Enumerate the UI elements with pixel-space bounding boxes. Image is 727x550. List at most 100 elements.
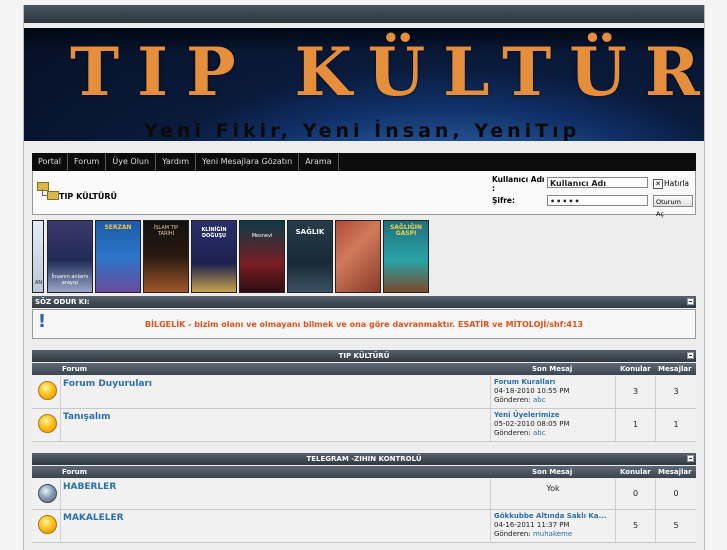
topic-count: 0 [632, 489, 639, 498]
book-cover[interactable]: İSLAM TIP TARİHİ [143, 220, 189, 293]
book-cover[interactable] [335, 220, 381, 293]
column-header: Forum Son Mesaj Konular Mesajlar [32, 466, 696, 478]
col-posts: Mesajlar [658, 468, 692, 476]
username-label: Kullanıcı Adı [492, 175, 545, 184]
folder-open-icon [47, 191, 59, 200]
posts-cell: 5 [655, 510, 696, 542]
section-header: TIP KÜLTÜRÜ [32, 350, 696, 362]
nav-register[interactable]: Üye Olun [106, 153, 157, 171]
sender-label: Gönderen: [494, 396, 531, 404]
collapse-icon[interactable] [687, 298, 694, 305]
column-header: Forum Son Mesaj Konular Mesajlar [32, 363, 696, 375]
post-count: 1 [673, 420, 679, 429]
username-colon: : [492, 184, 495, 193]
col-topics: Konular [620, 365, 651, 373]
col-topics: Konular [620, 468, 651, 476]
quote-text: BİLGELİK - bizim olanı ve olmayanı bilme… [144, 320, 584, 329]
last-post: Forum Kuralları 04-18-2010 10:55 PM Gönd… [494, 378, 570, 405]
last-post-date: 04-16-2011 11:37 PM [494, 521, 570, 529]
last-post-cell: Gökkubbe Altında Saklı Ka... 04-16-2011 … [490, 510, 615, 542]
topic-count: 1 [632, 420, 639, 429]
col-last-post: Son Mesaj [532, 365, 573, 373]
nav-search[interactable]: Arama [299, 153, 339, 171]
last-post-title[interactable]: Yeni Üyelerimize [494, 411, 570, 420]
book-cover[interactable]: SERZAN [95, 220, 141, 293]
book-cover[interactable]: İnsanın anlamı arayışı [47, 220, 93, 293]
last-post-title[interactable]: Forum Kuralları [494, 378, 570, 387]
topics-cell: 5 [615, 510, 655, 542]
forum-status-icon [38, 414, 57, 433]
topic-count: 5 [632, 521, 639, 530]
forum-row: HABERLER Yok 0 0 [32, 479, 696, 510]
forum-status-icon [38, 484, 57, 503]
site-banner[interactable]: TIP KÜLTÜRÜ Yeni Fikir, Yeni İnsan, Yeni… [24, 28, 704, 141]
last-post-cell: Yeni Üyelerimize 05-02-2010 08:05 PM Gön… [490, 409, 615, 441]
sender-label: Gönderen: [494, 530, 531, 538]
username-input[interactable]: Kullanıcı Adı [547, 177, 648, 188]
quote-header-title: SÖZ ODUR KI: [35, 298, 90, 306]
last-post-date: 05-02-2010 08:05 PM [494, 420, 570, 428]
last-post: Yeni Üyelerimize 05-02-2010 08:05 PM Gön… [494, 411, 570, 438]
nav-help[interactable]: Yardım [156, 153, 197, 171]
forum-link[interactable]: MAKALELER [63, 513, 124, 523]
section-header: TELEGRAM -ZIHIN KONTROLÜ [32, 453, 696, 465]
collapse-icon[interactable] [687, 455, 694, 462]
book-cover[interactable]: KLİNİĞİN DOĞUŞU [191, 220, 237, 293]
last-post-cell: Forum Kuralları 04-18-2010 10:55 PM Gönd… [490, 376, 615, 408]
nav-portal[interactable]: Portal [32, 153, 68, 171]
quote-header: SÖZ ODUR KI: [32, 296, 696, 308]
last-post-user[interactable]: abc [533, 396, 546, 404]
section-title[interactable]: TIP KÜLTÜRÜ [32, 350, 696, 362]
book-cover[interactable]: AN [32, 220, 44, 293]
book-cover[interactable]: Mesnevi [239, 220, 285, 293]
forum-cell [60, 479, 490, 509]
breadcrumb-title[interactable]: TIP KÜLTÜRÜ [59, 192, 117, 201]
collapse-icon[interactable] [687, 352, 694, 359]
forum-cell [60, 409, 490, 441]
post-count: 5 [673, 521, 679, 530]
book-cover[interactable]: SAĞLIĞIN GASPI [383, 220, 429, 293]
password-input[interactable]: ••••• [547, 195, 648, 206]
posts-cell: 1 [655, 409, 696, 441]
forum-link[interactable]: HABERLER [63, 482, 116, 492]
topic-count: 3 [632, 387, 639, 396]
no-posts-text: Yok [546, 484, 560, 493]
main-nav: Portal Forum Üye Olun Yardım Yeni Mesajl… [32, 153, 696, 171]
forum-status-icon [38, 381, 57, 400]
last-post-cell: Yok [490, 479, 615, 509]
forum-status-icon [38, 515, 57, 534]
book-strip: AN İnsanın anlamı arayışı SERZAN İSLAM T… [32, 220, 432, 294]
posts-cell: 3 [655, 376, 696, 408]
last-post-user[interactable]: abc [533, 429, 546, 437]
forum-cell [60, 510, 490, 542]
last-post-user[interactable]: muhakeme [533, 530, 572, 538]
topics-cell: 3 [615, 376, 655, 408]
login-button[interactable]: Oturum Aç [653, 195, 693, 218]
top-bar [24, 5, 704, 23]
nav-forum[interactable]: Forum [68, 153, 107, 171]
forum-row: MAKALELER Gökkubbe Altında Saklı Ka... 0… [32, 510, 696, 543]
forum-row: Forum Duyuruları Forum Kuralları 04-18-2… [32, 376, 696, 409]
nav-new-posts[interactable]: Yeni Mesajlara Gözatın [196, 153, 300, 171]
forum-link[interactable]: Tanışalım [63, 412, 111, 422]
topics-cell: 1 [615, 409, 655, 441]
post-count: 3 [673, 387, 679, 396]
page-container: TIP KÜLTÜRÜ Yeni Fikir, Yeni İnsan, Yeni… [23, 5, 705, 550]
remember-label: Hatırla [664, 179, 690, 188]
last-post-title[interactable]: Gökkubbe Altında Saklı Ka... [494, 512, 607, 521]
post-count: 0 [673, 489, 679, 498]
banner-title: TIP KÜLTÜRÜ [70, 33, 704, 111]
last-post: Gökkubbe Altında Saklı Ka... 04-16-2011 … [494, 512, 607, 539]
book-cover[interactable]: SAĞLIK [287, 220, 333, 293]
password-label: Şifre: [492, 196, 516, 205]
posts-cell: 0 [655, 479, 696, 509]
section-title[interactable]: TELEGRAM -ZIHIN KONTROLÜ [32, 453, 696, 465]
forum-row: Tanışalım Yeni Üyelerimize 05-02-2010 08… [32, 409, 696, 442]
topics-cell: 0 [615, 479, 655, 509]
col-posts: Mesajlar [658, 365, 692, 373]
banner-subtitle: Yeni Fikir, Yeni İnsan, YeniTıp [144, 120, 581, 141]
forum-link[interactable]: Forum Duyuruları [63, 379, 152, 389]
remember-checkbox[interactable]: ✕ [653, 179, 663, 189]
col-last-post: Son Mesaj [532, 468, 573, 476]
breadcrumb: TIP KÜLTÜRÜ Kullanıcı Adı : Kullanıcı Ad… [32, 171, 696, 218]
